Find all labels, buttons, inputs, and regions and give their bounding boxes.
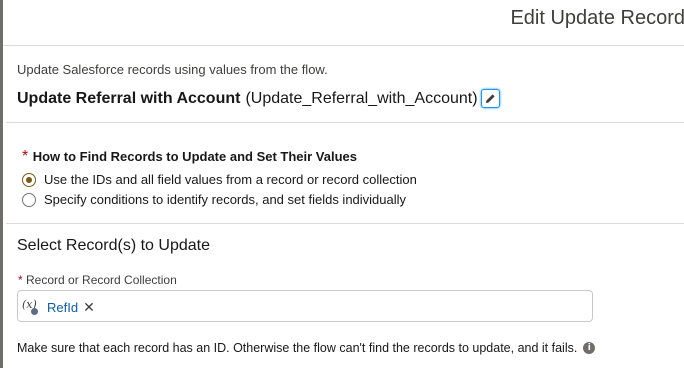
radio-button-unselected[interactable] bbox=[22, 192, 36, 207]
section-divider bbox=[6, 223, 684, 224]
required-marker: * bbox=[22, 148, 29, 165]
record-collection-label-row: * Record or Record Collection bbox=[18, 273, 177, 287]
radio-option-use-ids[interactable]: Use the IDs and all field values from a … bbox=[22, 172, 417, 187]
selected-resource-value: RefId bbox=[47, 299, 79, 315]
find-records-fieldset: * How to Find Records to Update and Set … bbox=[22, 148, 417, 207]
help-text-row: Make sure that each record has an ID. Ot… bbox=[17, 341, 596, 355]
remove-pill-icon[interactable]: ✕ bbox=[83, 299, 95, 316]
modal-header: Edit Update Record bbox=[3, 0, 684, 46]
element-info-section: Update Salesforce records using values f… bbox=[17, 62, 677, 108]
find-records-legend: How to Find Records to Update and Set Th… bbox=[32, 149, 358, 164]
element-name-row: Update Referral with Account (Update_Ref… bbox=[17, 89, 677, 108]
radio-option-specify-conditions[interactable]: Specify conditions to identify records, … bbox=[22, 192, 417, 207]
help-text: Make sure that each record has an ID. Ot… bbox=[17, 341, 578, 355]
required-marker: * bbox=[18, 273, 23, 287]
selected-resource-pill[interactable]: (x) RefId ✕ bbox=[22, 296, 95, 318]
info-icon[interactable]: i bbox=[583, 342, 596, 354]
record-collection-label: Record or Record Collection bbox=[26, 273, 177, 287]
element-label: Update Referral with Account bbox=[17, 89, 241, 107]
variable-icon: (x) bbox=[22, 298, 44, 316]
element-api-name: (Update_Referral_with_Account) bbox=[245, 89, 478, 107]
radio-button-selected[interactable] bbox=[22, 172, 36, 187]
edit-label-button[interactable] bbox=[480, 89, 500, 108]
section-divider bbox=[6, 122, 684, 123]
record-collection-input[interactable]: (x) RefId ✕ bbox=[17, 290, 593, 322]
select-records-title: Select Record(s) to Update bbox=[17, 237, 210, 254]
radio-label-use-ids: Use the IDs and all field values from a … bbox=[44, 172, 417, 187]
modal-title: Edit Update Record bbox=[510, 7, 684, 29]
find-records-legend-row: * How to Find Records to Update and Set … bbox=[22, 148, 417, 166]
radio-label-specify-conditions: Specify conditions to identify records, … bbox=[44, 192, 407, 207]
modal-panel: Edit Update Record Update Salesforce rec… bbox=[0, 0, 684, 368]
pencil-icon bbox=[485, 94, 495, 104]
element-description: Update Salesforce records using values f… bbox=[17, 62, 328, 77]
